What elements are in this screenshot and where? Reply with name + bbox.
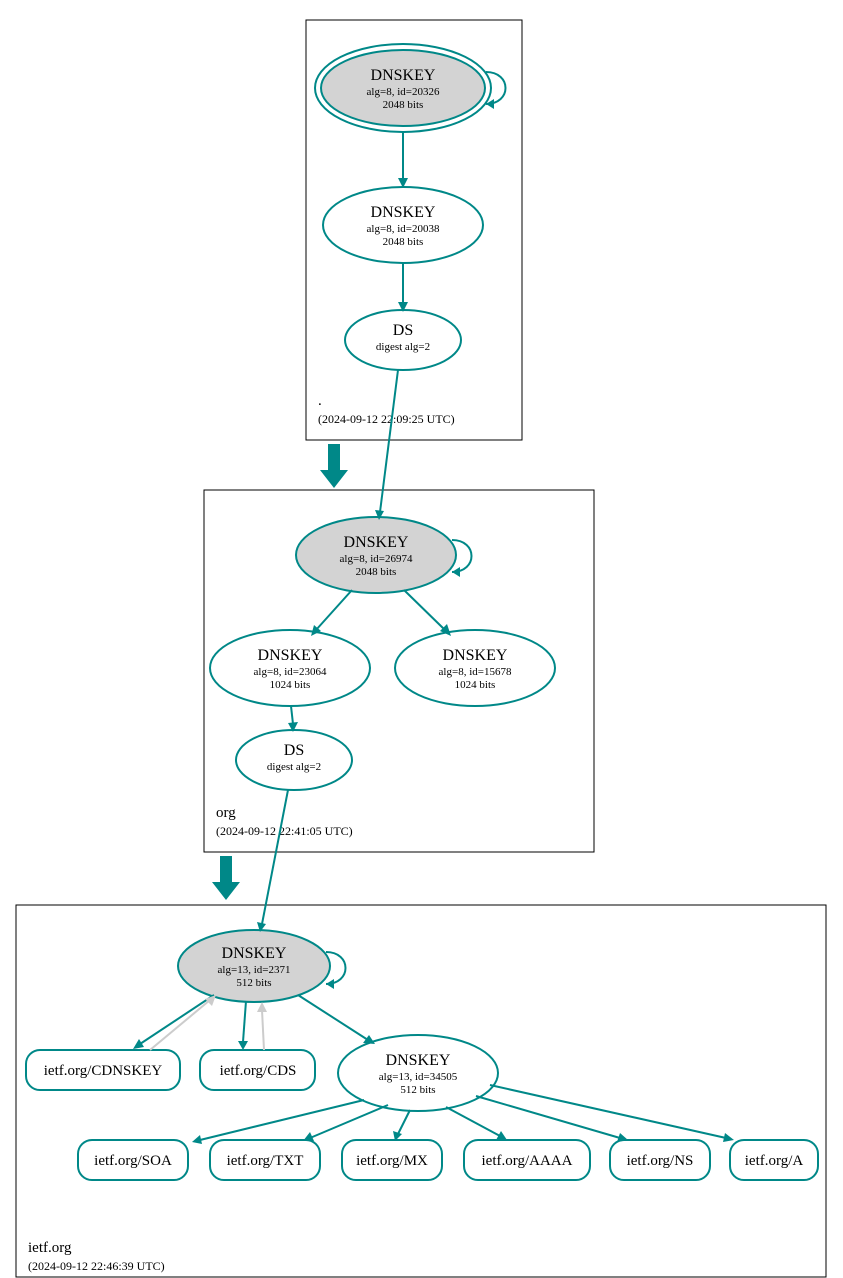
node-ietf-cds: ietf.org/CDS — [200, 1050, 315, 1090]
svg-text:2048 bits: 2048 bits — [356, 566, 397, 578]
svg-text:DNSKEY: DNSKEY — [222, 945, 287, 962]
edge-ietf-zsk-mx — [398, 1110, 410, 1134]
node-org-zsk1: DNSKEY alg=8, id=23064 1024 bits — [210, 630, 370, 706]
node-ietf-aaaa: ietf.org/AAAA — [464, 1140, 590, 1180]
svg-text:DS: DS — [393, 322, 413, 339]
svg-text:digest alg=2: digest alg=2 — [267, 761, 321, 773]
node-org-zsk2: DNSKEY alg=8, id=15678 1024 bits — [395, 630, 555, 706]
edge-ietf-zsk-ns — [476, 1096, 620, 1138]
svg-text:1024 bits: 1024 bits — [270, 679, 311, 691]
node-root-zsk: DNSKEY alg=8, id=20038 2048 bits — [323, 187, 483, 263]
svg-text:DS: DS — [284, 742, 304, 759]
svg-text:alg=8, id=26974: alg=8, id=26974 — [340, 553, 413, 565]
svg-text:512 bits: 512 bits — [236, 977, 271, 989]
svg-text:ietf.org/TXT: ietf.org/TXT — [227, 1153, 304, 1169]
svg-text:ietf.org/CDNSKEY: ietf.org/CDNSKEY — [44, 1063, 163, 1079]
svg-text:DNSKEY: DNSKEY — [386, 1052, 451, 1069]
zone-root-label: . — [318, 393, 322, 409]
edge-org-ds-ietf-ksk — [262, 790, 288, 924]
zone-root-timestamp: (2024-09-12 22:09:25 UTC) — [318, 412, 455, 426]
svg-text:DNSKEY: DNSKEY — [371, 67, 436, 84]
svg-text:alg=8, id=15678: alg=8, id=15678 — [439, 666, 512, 678]
node-ietf-cdnskey: ietf.org/CDNSKEY — [26, 1050, 180, 1090]
svg-text:1024 bits: 1024 bits — [455, 679, 496, 691]
edge-ietf-ksk-cds — [243, 1001, 246, 1042]
node-root-ksk: DNSKEY alg=8, id=20326 2048 bits — [315, 44, 491, 132]
node-org-ksk: DNSKEY alg=8, id=26974 2048 bits — [296, 517, 456, 593]
zone-ietf-timestamp: (2024-09-12 22:46:39 UTC) — [28, 1259, 165, 1273]
svg-text:DNSKEY: DNSKEY — [258, 647, 323, 664]
edge-org-ksk-zsk2 — [404, 590, 445, 630]
node-ietf-a: ietf.org/A — [730, 1140, 818, 1180]
zone-ietf-label: ietf.org — [28, 1240, 72, 1256]
svg-text:alg=8, id=20038: alg=8, id=20038 — [367, 223, 440, 235]
zone-arrow-org-ietf — [212, 856, 240, 900]
zone-org-timestamp: (2024-09-12 22:41:05 UTC) — [216, 824, 353, 838]
svg-text:alg=13, id=34505: alg=13, id=34505 — [379, 1071, 458, 1083]
svg-text:512 bits: 512 bits — [400, 1084, 435, 1096]
svg-text:DNSKEY: DNSKEY — [344, 534, 409, 551]
svg-text:alg=8, id=23064: alg=8, id=23064 — [254, 666, 327, 678]
svg-text:ietf.org/MX: ietf.org/MX — [356, 1153, 428, 1169]
node-ietf-ksk: DNSKEY alg=13, id=2371 512 bits — [178, 930, 330, 1002]
node-org-ds: DS digest alg=2 — [236, 730, 352, 790]
svg-text:ietf.org/NS: ietf.org/NS — [627, 1153, 694, 1169]
zone-arrow-root-org — [320, 444, 348, 488]
edge-ietf-zsk-aaaa — [446, 1107, 500, 1136]
node-ietf-soa: ietf.org/SOA — [78, 1140, 188, 1180]
edge-ietf-cds-ksk — [262, 1010, 264, 1050]
svg-text:ietf.org/AAAA: ietf.org/AAAA — [482, 1153, 573, 1169]
svg-text:2048 bits: 2048 bits — [383, 236, 424, 248]
svg-text:ietf.org/CDS: ietf.org/CDS — [220, 1063, 297, 1079]
svg-text:ietf.org/A: ietf.org/A — [745, 1153, 804, 1169]
svg-text:digest alg=2: digest alg=2 — [376, 341, 430, 353]
svg-text:2048 bits: 2048 bits — [383, 99, 424, 111]
edge-ietf-ksk-zsk — [298, 995, 368, 1040]
edge-ietf-zsk-soa — [200, 1100, 364, 1140]
edge-org-zsk1-ds — [291, 706, 293, 724]
node-ietf-txt: ietf.org/TXT — [210, 1140, 320, 1180]
edge-root-ds-org-ksk — [380, 370, 398, 512]
edge-ietf-zsk-a — [490, 1085, 726, 1138]
svg-text:DNSKEY: DNSKEY — [443, 647, 508, 664]
node-ietf-mx: ietf.org/MX — [342, 1140, 442, 1180]
svg-text:alg=13, id=2371: alg=13, id=2371 — [218, 964, 291, 976]
node-root-ds: DS digest alg=2 — [345, 310, 461, 370]
node-ietf-ns: ietf.org/NS — [610, 1140, 710, 1180]
svg-text:ietf.org/SOA: ietf.org/SOA — [94, 1153, 172, 1169]
svg-text:alg=8, id=20326: alg=8, id=20326 — [367, 86, 440, 98]
edge-org-ksk-zsk1 — [316, 590, 352, 630]
edge-ietf-cdnskey-ksk — [150, 1000, 210, 1050]
edge-ietf-ksk-cdnskey — [140, 995, 214, 1044]
svg-text:DNSKEY: DNSKEY — [371, 204, 436, 221]
zone-org-label: org — [216, 805, 236, 821]
